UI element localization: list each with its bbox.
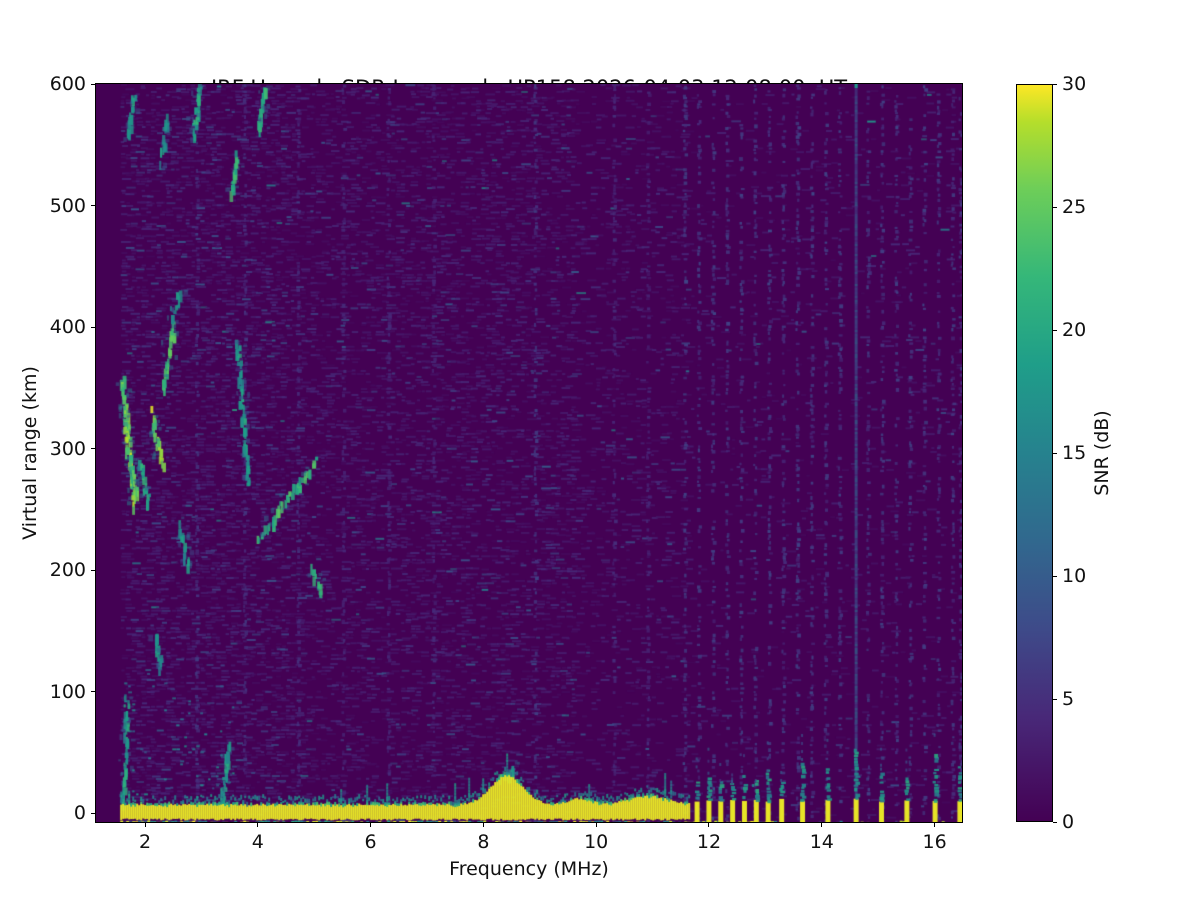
ionogram-heatmap <box>96 84 962 822</box>
colorbar-tick-label: 10 <box>1062 565 1086 587</box>
y-tick-label: 600 <box>32 73 86 95</box>
colorbar-tick-mark <box>1053 84 1057 85</box>
y-tick-mark <box>91 813 95 814</box>
x-tick-mark <box>483 823 484 827</box>
colorbar-tick-mark <box>1053 576 1057 577</box>
y-tick-mark <box>91 327 95 328</box>
colorbar-tick-label: 5 <box>1062 688 1074 710</box>
colorbar <box>1016 84 1053 822</box>
y-tick-mark <box>91 691 95 692</box>
x-tick-mark <box>934 823 935 827</box>
y-tick-label: 100 <box>32 681 86 703</box>
colorbar-tick-label: 30 <box>1062 73 1086 95</box>
colorbar-tick-mark <box>1053 453 1057 454</box>
x-tick-mark <box>596 823 597 827</box>
colorbar-label: SNR (dB) <box>1091 410 1113 495</box>
x-axis-label: Frequency (MHz) <box>96 858 962 880</box>
y-tick-label: 0 <box>32 802 86 824</box>
y-tick-mark <box>91 205 95 206</box>
x-tick-mark <box>370 823 371 827</box>
x-tick-label: 10 <box>584 831 608 853</box>
colorbar-tick-mark <box>1053 699 1057 700</box>
x-tick-mark <box>145 823 146 827</box>
colorbar-tick-label: 15 <box>1062 442 1086 464</box>
y-tick-mark <box>91 448 95 449</box>
x-tick-mark <box>257 823 258 827</box>
x-tick-mark <box>821 823 822 827</box>
y-tick-label: 500 <box>32 195 86 217</box>
x-tick-label: 16 <box>922 831 946 853</box>
colorbar-tick-label: 0 <box>1062 811 1074 833</box>
x-tick-label: 8 <box>477 831 489 853</box>
x-tick-mark <box>708 823 709 827</box>
y-tick-label: 200 <box>32 559 86 581</box>
colorbar-tick-label: 25 <box>1062 196 1086 218</box>
colorbar-tick-mark <box>1053 822 1057 823</box>
x-tick-label: 12 <box>697 831 721 853</box>
y-tick-label: 400 <box>32 316 86 338</box>
y-tick-mark <box>91 570 95 571</box>
ionogram-figure: IRF Uppsala SDR Ionosonde UP158 2026-04-… <box>0 0 1200 900</box>
colorbar-tick-mark <box>1053 207 1057 208</box>
colorbar-tick-mark <box>1053 330 1057 331</box>
x-tick-label: 14 <box>810 831 834 853</box>
y-tick-mark <box>91 84 95 85</box>
y-axis-label: Virtual range (km) <box>19 366 41 540</box>
x-tick-label: 2 <box>139 831 151 853</box>
x-tick-label: 6 <box>365 831 377 853</box>
x-tick-label: 4 <box>252 831 264 853</box>
colorbar-tick-label: 20 <box>1062 319 1086 341</box>
